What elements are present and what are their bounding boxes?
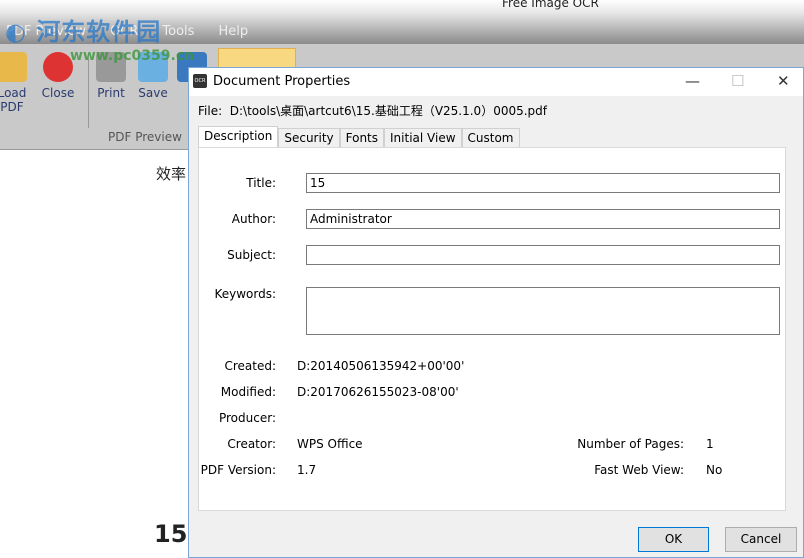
file-label: File: — [198, 104, 223, 118]
subject-label: Subject: — [227, 248, 276, 262]
author-input[interactable]: Administrator — [306, 209, 780, 229]
modified-label: Modified: — [220, 385, 276, 399]
load-pdf-button[interactable]: Load PDF — [0, 52, 34, 114]
ocr-app-icon: OCR — [193, 74, 207, 88]
keywords-label: Keywords: — [214, 287, 276, 301]
fast-web-value: No — [706, 463, 723, 477]
tab-custom[interactable]: Custom — [461, 128, 520, 147]
creator-label: Creator: — [227, 437, 276, 451]
created-label: Created: — [224, 359, 276, 373]
pages-value: 1 — [706, 437, 714, 451]
subject-input[interactable] — [306, 245, 780, 265]
menu-help[interactable]: Help — [218, 24, 248, 39]
created-value: D:20140506135942+00'00' — [297, 359, 465, 373]
group-label: PDF Preview — [108, 130, 182, 144]
close-icon — [43, 52, 73, 82]
close-label: Close — [41, 86, 75, 100]
load-label: Load PDF — [0, 86, 27, 114]
tab-initial-view[interactable]: Initial View — [384, 128, 462, 147]
pdf-version-value: 1.7 — [297, 463, 317, 477]
tab-description[interactable]: Description — [198, 126, 279, 147]
watermark-url: www.pc0359.cn — [70, 48, 195, 64]
description-panel: Title: 15 Author: Administrator Subject:… — [198, 147, 786, 511]
pages-label: Number of Pages: — [577, 437, 684, 451]
title-input[interactable]: 15 — [306, 173, 780, 193]
minimize-button[interactable]: — — [685, 72, 700, 90]
save-label: Save — [138, 86, 168, 100]
dialog-title-bar: OCR Document Properties — ☐ ✕ — [189, 68, 803, 96]
file-path: D:\tools\桌面\artcut6\15.基础工程（V25.1.0）0005… — [229, 104, 548, 118]
cancel-button[interactable]: Cancel — [725, 527, 797, 552]
print-label: Print — [97, 86, 125, 100]
modified-value: D:20170626155023-08'00' — [297, 385, 459, 399]
keywords-input[interactable] — [306, 287, 780, 335]
watermark-logo: ◐ 河东软件园 — [5, 18, 162, 46]
author-label: Author: — [231, 212, 276, 226]
pdf-version-label: PDF Version: — [200, 463, 276, 477]
close-dialog-button[interactable]: ✕ — [777, 72, 790, 90]
dialog-title: Document Properties — [213, 74, 351, 89]
tab-fonts[interactable]: Fonts — [339, 128, 385, 147]
title-label: Title: — [246, 176, 276, 190]
tab-security[interactable]: Security — [278, 128, 340, 147]
app-title: Free Image OCR — [502, 0, 599, 10]
ok-button[interactable]: OK — [638, 527, 709, 552]
tab-bar: Description Security Fonts Initial View … — [198, 126, 520, 147]
file-line: File: D:\tools\桌面\artcut6\15.基础工程（V25.1.… — [198, 102, 547, 119]
document-properties-dialog: OCR Document Properties — ☐ ✕ File: D:\t… — [188, 67, 804, 558]
producer-label: Producer: — [218, 411, 276, 425]
pdf-folder-icon — [0, 52, 27, 82]
menu-tools[interactable]: Tools — [162, 24, 194, 39]
maximize-button[interactable]: ☐ — [731, 72, 744, 90]
fast-web-label: Fast Web View: — [594, 463, 684, 477]
creator-value: WPS Office — [297, 437, 363, 451]
